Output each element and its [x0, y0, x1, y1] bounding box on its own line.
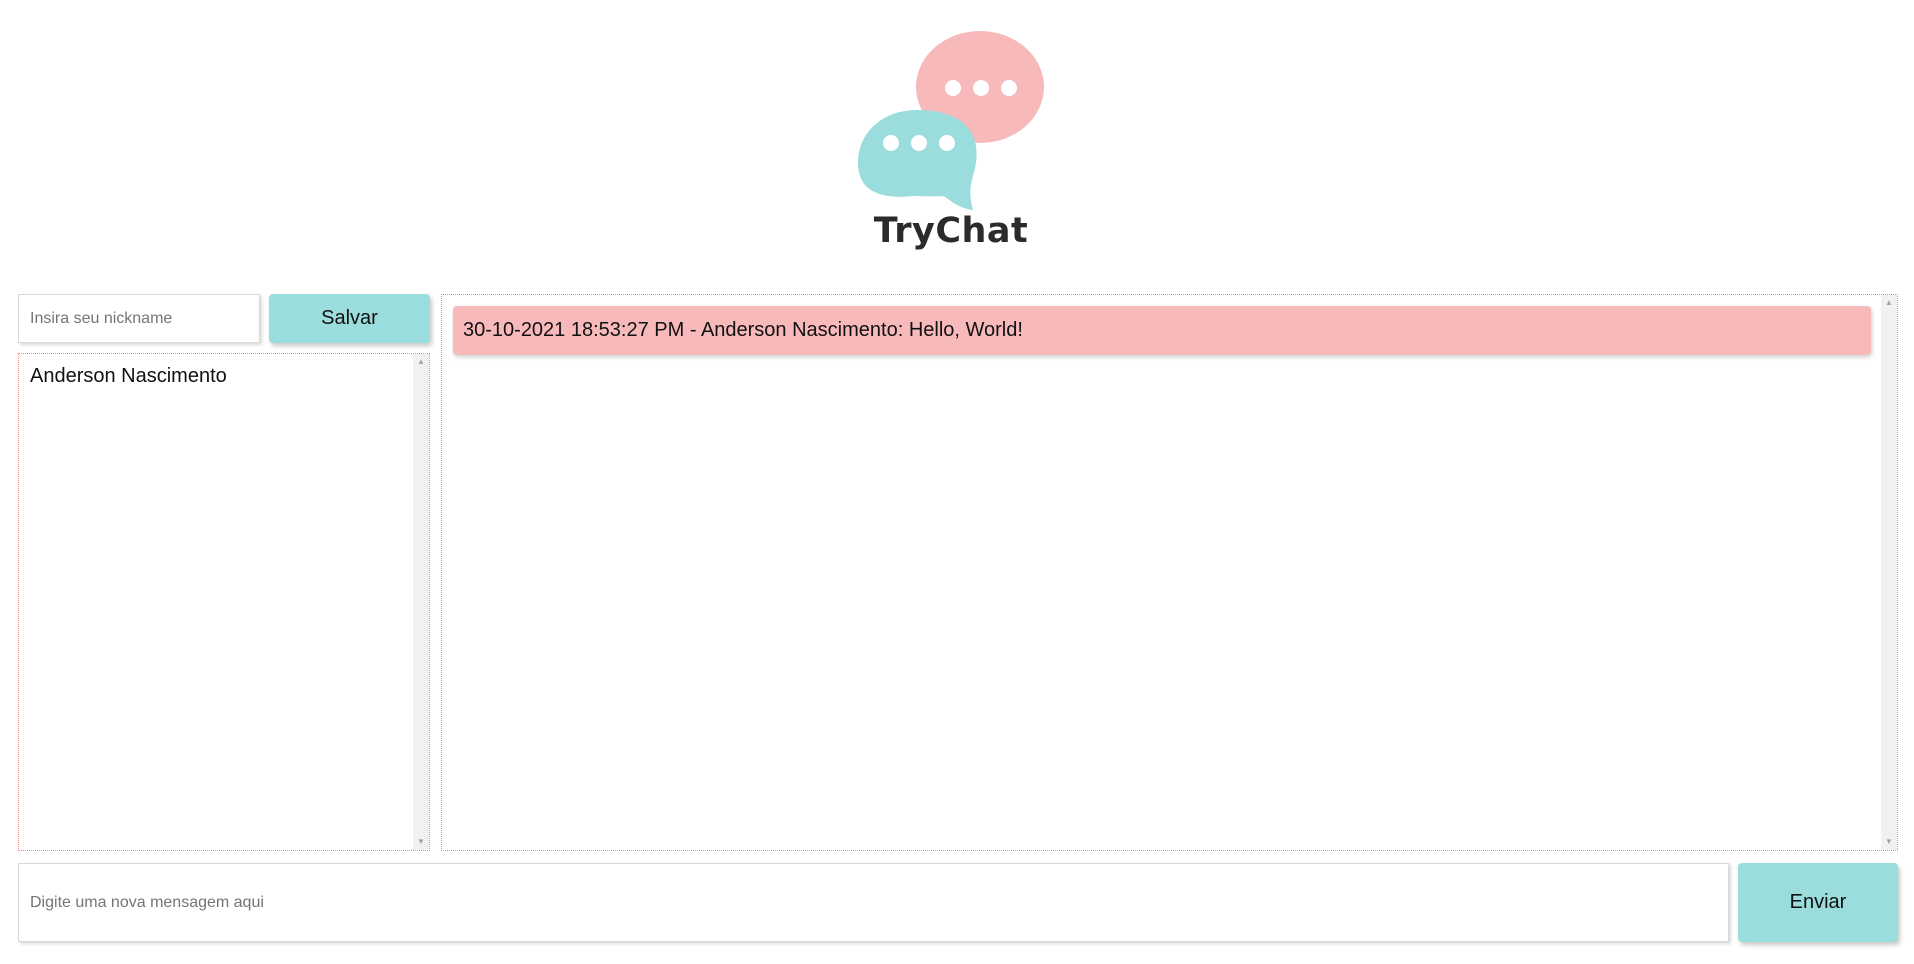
send-message-button[interactable]: Enviar: [1738, 863, 1898, 942]
scroll-up-arrow-icon[interactable]: ▲: [1881, 295, 1897, 311]
scroll-up-arrow-icon[interactable]: ▲: [413, 354, 429, 370]
chat-bubbles-icon: [858, 31, 1044, 210]
scroll-down-arrow-icon[interactable]: ▼: [413, 834, 429, 850]
app-logo: TryChat: [855, 28, 1055, 258]
nickname-input[interactable]: [18, 294, 260, 343]
messages-scrollbar[interactable]: ▲ ▼: [1881, 295, 1897, 850]
message-item: 30-10-2021 18:53:27 PM - Anderson Nascim…: [453, 306, 1871, 355]
online-users-list: Anderson Nascimento: [19, 354, 413, 850]
online-user-item: Anderson Nascimento: [30, 365, 227, 387]
messages-list: 30-10-2021 18:53:27 PM - Anderson Nascim…: [442, 295, 1881, 850]
users-scrollbar[interactable]: ▲ ▼: [413, 354, 429, 850]
scroll-down-arrow-icon[interactable]: ▼: [1881, 834, 1897, 850]
save-nickname-button[interactable]: Salvar: [269, 294, 430, 343]
message-input[interactable]: [18, 863, 1729, 942]
app-title: TryChat: [873, 211, 1029, 251]
messages-panel: 30-10-2021 18:53:27 PM - Anderson Nascim…: [441, 294, 1898, 851]
online-users-panel: Anderson Nascimento ▲ ▼: [18, 353, 430, 851]
